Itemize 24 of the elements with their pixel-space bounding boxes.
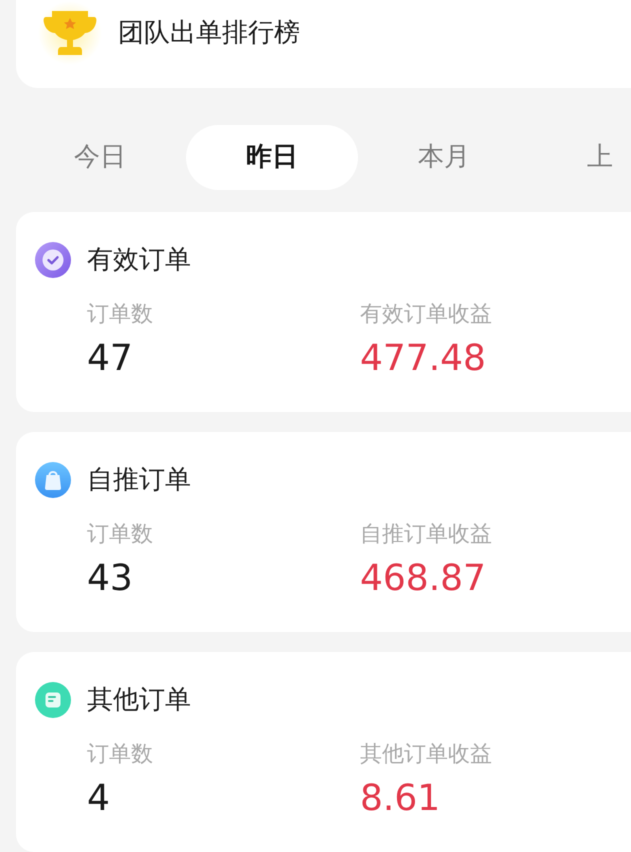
trophy-icon xyxy=(38,1,102,65)
shopping-bag-icon xyxy=(35,462,71,498)
card-title: 自推订单 xyxy=(87,464,191,497)
income-amount: 8.61 xyxy=(360,777,440,821)
page-title: 团队出单排行榜 xyxy=(118,20,300,46)
document-icon xyxy=(35,682,71,718)
stat-label: 有效订单收益 xyxy=(360,301,492,329)
card-title: 其他订单 xyxy=(87,684,191,717)
order-count: 4 xyxy=(87,777,110,821)
stat-label: 订单数 xyxy=(87,741,153,769)
income-amount: 477.48 xyxy=(360,337,486,381)
stat-label: 其他订单收益 xyxy=(360,741,492,769)
period-tab[interactable]: 上 xyxy=(530,125,631,190)
income-amount: 468.87 xyxy=(360,557,486,601)
period-tab[interactable]: 昨日 xyxy=(186,125,358,190)
card-title: 有效订单 xyxy=(87,244,191,277)
order-count: 47 xyxy=(87,337,133,381)
stat-label: 订单数 xyxy=(87,521,153,549)
stat-label: 自推订单收益 xyxy=(360,521,492,549)
order-count: 43 xyxy=(87,557,133,601)
stat-label: 订单数 xyxy=(87,301,153,329)
check-circle-icon xyxy=(35,242,71,278)
period-tab[interactable]: 今日 xyxy=(14,125,186,190)
period-tab[interactable]: 本月 xyxy=(358,125,530,190)
